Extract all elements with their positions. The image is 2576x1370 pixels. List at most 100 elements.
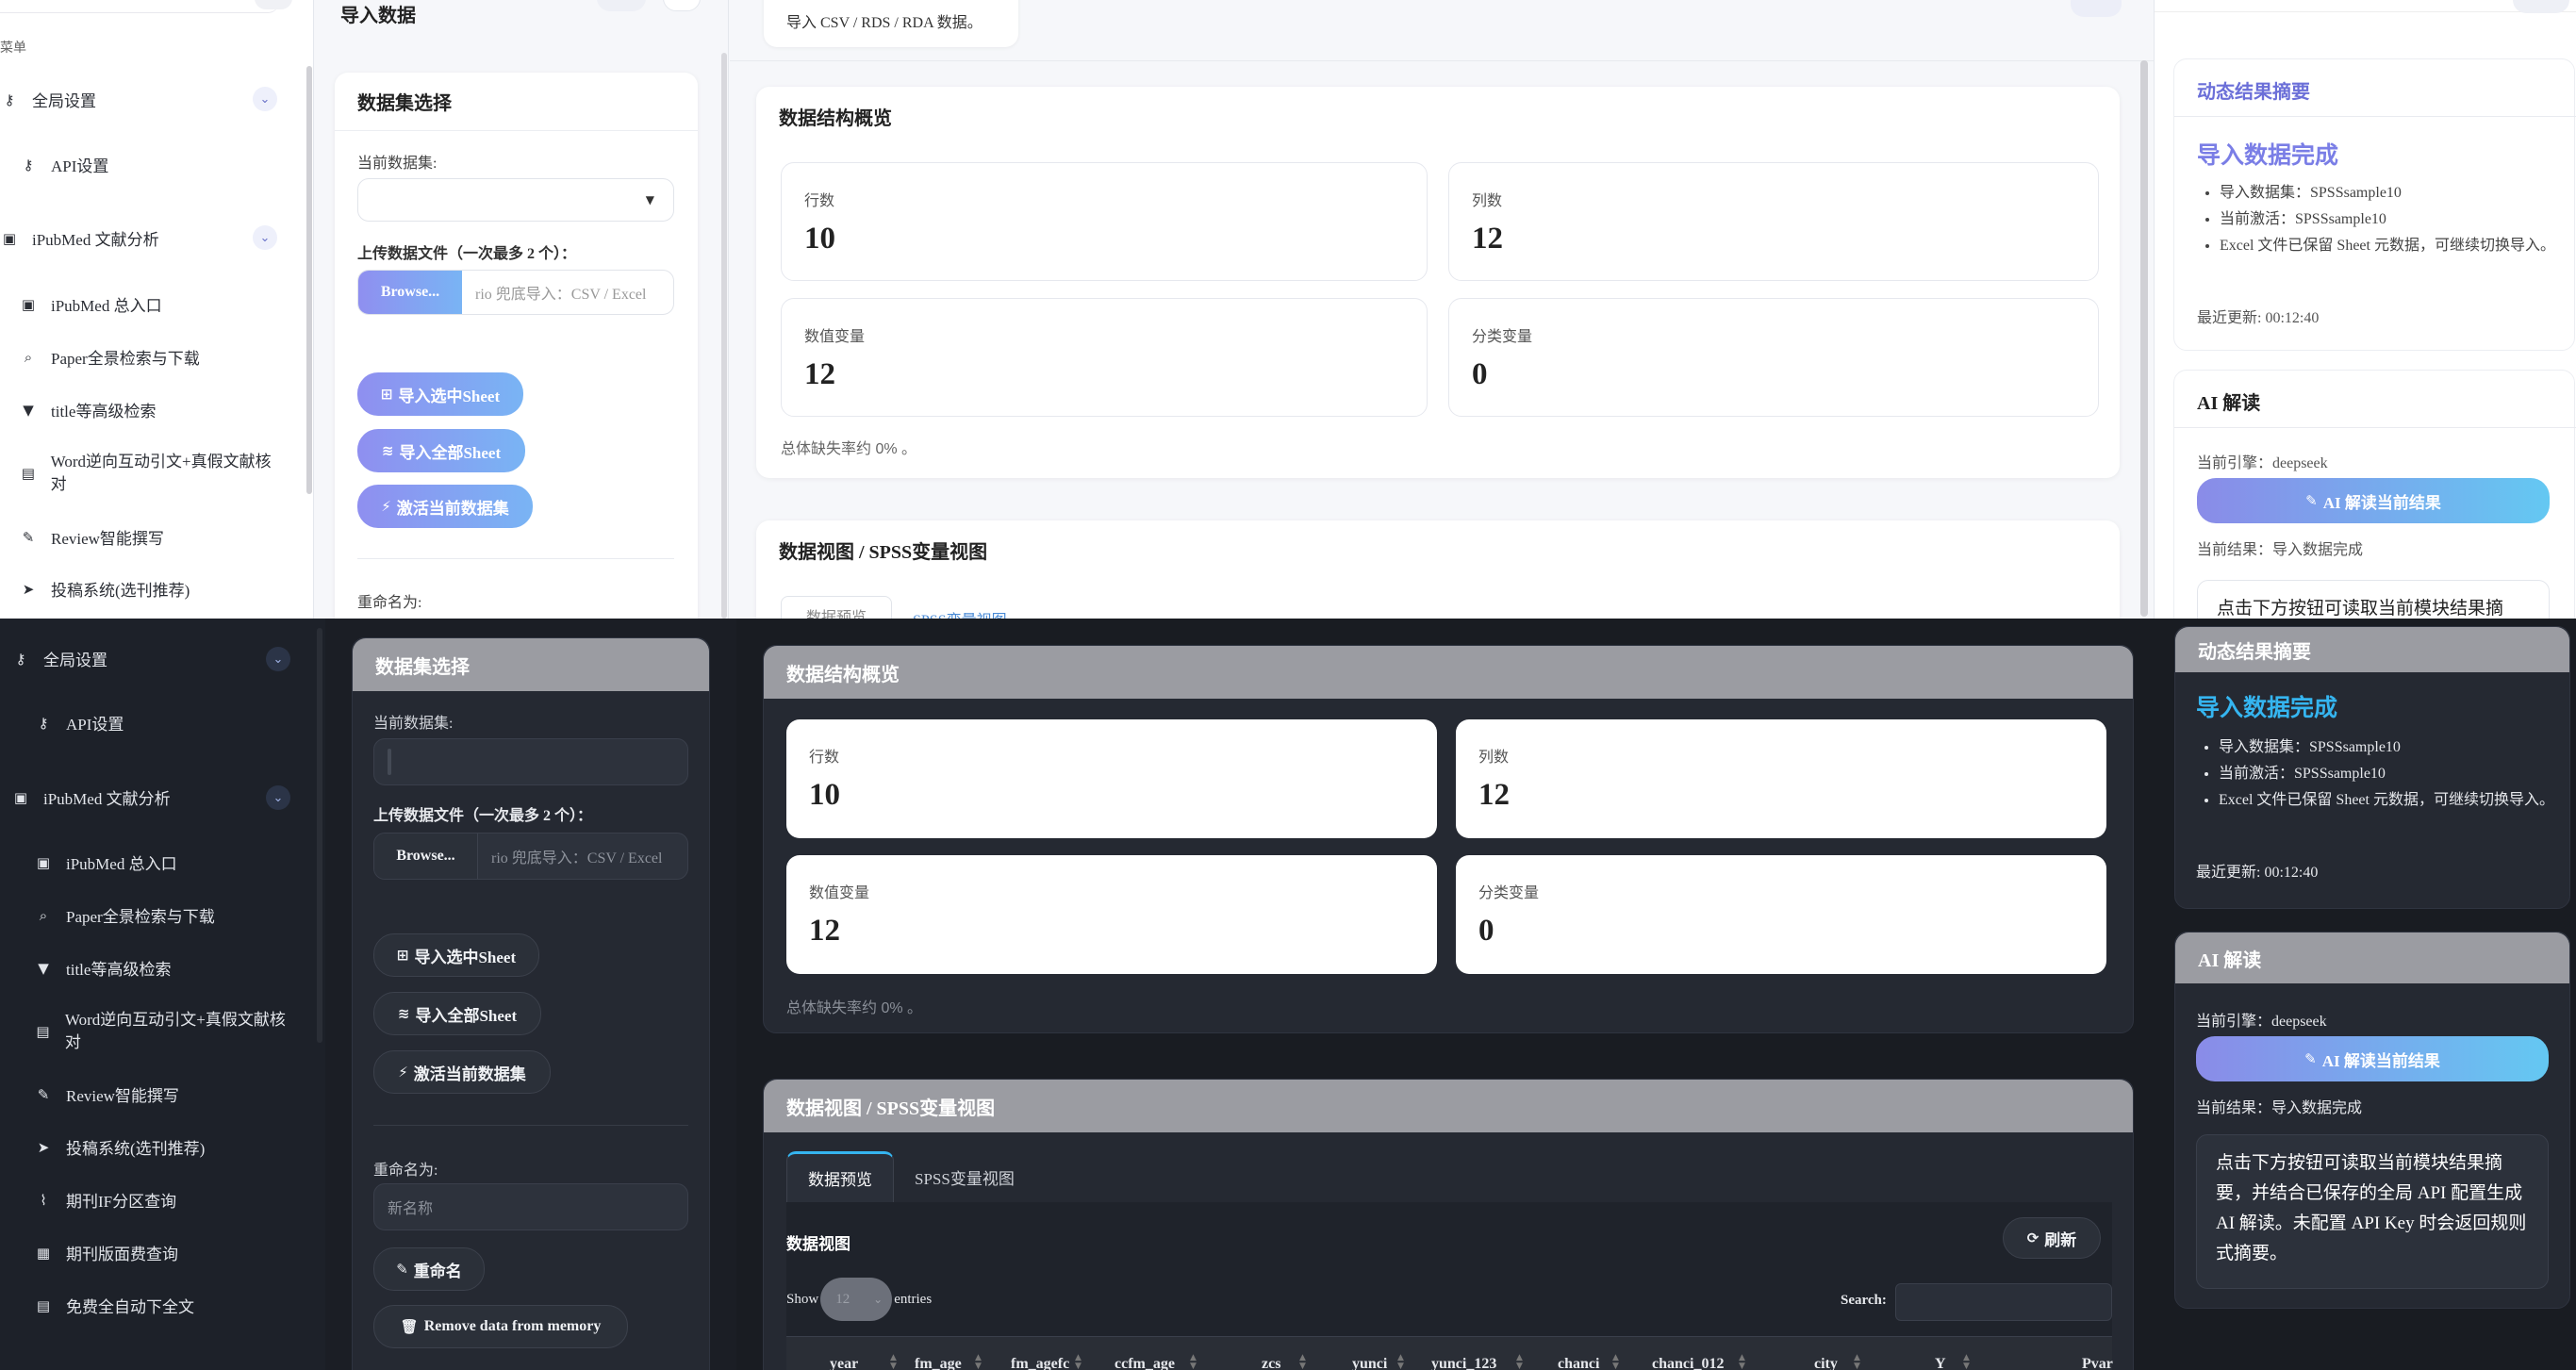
sidebar-item-if-query[interactable]: ⌇ 期刊IF分区查询 <box>34 1188 176 1212</box>
chevron-down-icon[interactable]: ⌄ <box>253 225 277 250</box>
file-icon: ▤ <box>36 1023 50 1040</box>
sidebar-item-advanced-search[interactable]: ▼ title等高级检索 <box>19 398 156 421</box>
file-placeholder: rio 兜底导入：CSV / Excel <box>491 850 663 867</box>
sidebar-item-global-settings[interactable]: ⚷ 全局设置 <box>11 647 108 670</box>
col-yunci[interactable]: yunci <box>1352 1356 1387 1370</box>
paper-plane-icon: ➤ <box>37 1138 50 1156</box>
refresh-button[interactable]: ⟳ 刷新 <box>2003 1217 2101 1259</box>
sidebar-item-word-citation[interactable]: ▤ Word逆向互动引文+真假文献核对 <box>19 451 283 496</box>
import-hint-card: 导入 CSV / RDS / RDA 数据。 <box>764 0 1018 47</box>
sidebar-scrollbar[interactable] <box>306 66 312 494</box>
col-year[interactable]: year <box>830 1356 858 1370</box>
col-ccfm-age[interactable]: ccfm_age <box>1115 1356 1175 1370</box>
sidebar-item-ipubmed-home[interactable]: ▣ iPubMed 总入口 <box>34 850 177 874</box>
sidebar-scrollbar[interactable] <box>317 628 322 1043</box>
sidebar-item-submission[interactable]: ➤ 投稿系统(选刊推荐) <box>34 1135 206 1159</box>
tab-spss-variable-view[interactable]: SPSS变量视图 <box>894 1151 1035 1202</box>
ai-interpret-button[interactable]: ✎ AI 解读当前结果 <box>2197 478 2550 523</box>
book-icon: ▣ <box>2 229 17 247</box>
file-upload[interactable]: Browse... rio 兜底导入：CSV / Excel <box>373 833 688 880</box>
table-icon: ⊞ <box>380 386 393 403</box>
sidebar-item-submission[interactable]: ➤ 投稿系统(选刊推荐) <box>19 577 190 601</box>
sidebar-item-ipubmed[interactable]: ▣ iPubMed 文献分析 <box>0 226 159 250</box>
rename-button[interactable]: ✎ 重命名 <box>373 1247 485 1291</box>
stat-label: 列数 <box>1478 750 1510 766</box>
header-button[interactable] <box>663 0 701 11</box>
chevron-down-icon[interactable]: ⌄ <box>266 785 290 810</box>
remove-data-button[interactable]: 🗑 Remove data from memory <box>373 1305 628 1348</box>
summary-item: Excel 文件已保留 Sheet 元数据，可继续切换导入。 <box>2219 789 2564 811</box>
sidebar-item-fulltext[interactable]: ▤ 免费全自动下全文 <box>34 1294 194 1317</box>
search-input[interactable] <box>1895 1283 2112 1321</box>
sidebar-item-api-settings[interactable]: ⚷ API设置 <box>34 711 124 735</box>
current-dataset-label: 当前数据集: <box>357 156 438 172</box>
main-scrollbar[interactable] <box>2140 60 2148 617</box>
overview-panel: 数据结构概览 行数 10 列数 12 数值变量 12 分类变量 0 总体缺失率约 0% … <box>756 87 2120 478</box>
rename-input[interactable]: 新名称 <box>373 1183 688 1230</box>
dataset-panel: 数据集选择 当前数据集: 上传数据文件（一次最多 2 个）： Browse...… <box>352 637 710 1370</box>
collapse-button[interactable] <box>255 0 292 9</box>
file-upload[interactable]: Browse... rio 兜底导入：CSV / Excel <box>357 270 674 315</box>
header-button[interactable] <box>2071 0 2122 17</box>
sidebar-item-fee-query[interactable]: ▦ 期刊版面费查询 <box>34 1241 178 1264</box>
book-icon: ▣ <box>21 295 36 313</box>
header-button[interactable] <box>2513 0 2569 13</box>
data-view-panel: 数据视图 / SPSS变量视图 数据预览 SPSS变量视图 <box>756 520 2120 619</box>
col-chanci-012[interactable]: chanci_012 <box>1652 1356 1724 1370</box>
chevron-down-icon[interactable]: ⌄ <box>253 87 277 111</box>
file-pdf-icon: ▤ <box>36 1296 51 1314</box>
entries-label: entries <box>894 1291 933 1307</box>
stat-label: 行数 <box>804 193 835 209</box>
ai-interpret-button[interactable]: ✎ AI 解读当前结果 <box>2196 1036 2549 1081</box>
col-yunci-123[interactable]: yunci_123 <box>1431 1356 1496 1370</box>
col-city[interactable]: city <box>1814 1356 1838 1370</box>
dataset-select[interactable]: ▼ <box>357 178 674 222</box>
sidebar-item-advanced-search[interactable]: ▼ title等高级检索 <box>34 956 171 980</box>
stat-value: 10 <box>809 778 840 812</box>
import-selected-sheet-button[interactable]: ⊞ 导入选中Sheet <box>373 933 539 977</box>
stat-label: 数值变量 <box>809 885 870 901</box>
pen-icon: ✎ <box>396 1261 408 1278</box>
tab-data-preview[interactable]: 数据预览 <box>786 1151 894 1202</box>
sidebar-item-api-settings[interactable]: ⚷ API设置 <box>19 153 109 176</box>
activate-dataset-button[interactable]: ⚡ 激活当前数据集 <box>357 485 533 528</box>
summary-updated: 最近更新: 00:12:40 <box>2197 310 2320 326</box>
browse-button[interactable]: Browse... <box>374 834 478 879</box>
book-icon: ▣ <box>13 788 28 806</box>
import-hint: 导入 CSV / RDS / RDA 数据。 <box>786 15 983 31</box>
col-zcs[interactable]: zcs <box>1262 1356 1280 1370</box>
tab-spss-variable-view[interactable]: SPSS变量视图 <box>913 607 1007 619</box>
sidebar-item-ipubmed-home[interactable]: ▣ iPubMed 总入口 <box>19 292 162 316</box>
sidebar-item-review[interactable]: ✎ Review智能撰写 <box>34 1082 179 1106</box>
sidebar-item-paper-search[interactable]: ⌕ Paper全景检索与下载 <box>34 903 215 927</box>
bolt-icon: ⚡ <box>381 498 391 515</box>
import-selected-sheet-button[interactable]: ⊞ 导入选中Sheet <box>357 372 523 416</box>
col-fm-age[interactable]: fm_age <box>915 1356 962 1370</box>
sidebar-item-paper-search[interactable]: ⌕ Paper全景检索与下载 <box>19 345 200 369</box>
import-all-sheets-button[interactable]: ≋ 导入全部Sheet <box>373 992 541 1035</box>
col-chanci[interactable]: chanci <box>1558 1356 1599 1370</box>
col-y[interactable]: Y <box>1935 1356 1946 1370</box>
col-pvar[interactable]: Pvar <box>2082 1356 2113 1370</box>
dataset-select[interactable] <box>373 738 688 785</box>
key-icon: ⚷ <box>15 650 26 668</box>
col-fm-agefc[interactable]: fm_agefc <box>1011 1356 1069 1370</box>
sidebar-item-ipubmed[interactable]: ▣ iPubMed 文献分析 <box>11 785 171 809</box>
browse-button[interactable]: Browse... <box>358 271 462 314</box>
entries-select[interactable]: 12 ⌄ <box>820 1278 893 1321</box>
summary-item: 当前激活：SPSSsample10 <box>2220 208 2565 230</box>
header-button[interactable] <box>597 0 646 11</box>
sidebar-item-global-settings[interactable]: ⚷ 全局设置 <box>0 88 97 111</box>
column-scrollbar[interactable] <box>721 53 727 619</box>
activate-dataset-button[interactable]: ⚡ 激活当前数据集 <box>373 1050 551 1094</box>
sidebar-item-review[interactable]: ✎ Review智能撰写 <box>19 525 164 549</box>
stat-card-categorical: 分类变量 0 <box>1456 855 2106 974</box>
chevron-down-icon[interactable]: ⌄ <box>266 647 290 671</box>
sidebar-item-word-citation[interactable]: ▤ Word逆向互动引文+真假文献核对 <box>34 1009 289 1054</box>
stat-value: 12 <box>804 357 835 391</box>
sort-icon: ▲ ▼ <box>1854 1353 1860 1370</box>
tab-data-preview[interactable]: 数据预览 <box>781 596 892 619</box>
import-all-sheets-button[interactable]: ≋ 导入全部Sheet <box>357 429 525 472</box>
ai-title: AI 解读 <box>2197 393 2261 414</box>
sort-icon: ▲ ▼ <box>1516 1353 1523 1370</box>
